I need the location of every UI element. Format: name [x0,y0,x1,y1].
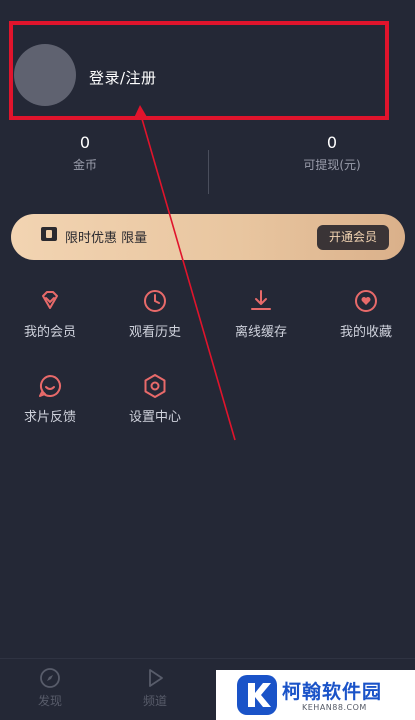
withdrawable-label: 可提现(元) [303,158,361,172]
menu-item-label: 我的收藏 [339,325,392,340]
menu-item-offline-cache[interactable]: 离线缓存 [213,288,309,340]
menu-item-label: 离线缓存 [234,325,287,340]
highlight-box [9,21,389,120]
nav-tab-label: 频道 [142,694,167,708]
menu-item-label: 设置中心 [128,410,181,425]
coins-value: 0 [79,133,91,152]
feedback-icon [39,375,61,397]
vip-promo-banner[interactable]: 限时优惠 限量 开通会员 [11,214,405,260]
menu-item-favorites[interactable]: 我的收藏 [318,288,414,340]
menu-item-settings[interactable]: 设置中心 [107,373,203,425]
watermark-title: 柯翰软件园 [282,681,383,703]
bottom-nav-divider [0,658,415,659]
clock-icon [144,290,166,312]
watermark: 柯翰软件园 KEHAN88.COM [216,670,415,720]
ticket-icon [41,227,57,241]
coins-stat[interactable]: 0 金币 [15,132,155,173]
compass-icon [40,668,60,688]
menu-item-label: 求片反馈 [23,410,76,425]
download-icon [251,290,271,310]
nav-tab-label: 发现 [37,694,62,708]
menu-item-label: 我的会员 [23,325,76,340]
withdrawable-value: 0 [326,133,338,152]
open-vip-button[interactable]: 开通会员 [317,225,389,250]
heart-icon [355,290,377,312]
kehan-logo-icon [237,675,277,715]
coins-label: 金币 [72,158,97,172]
vip-promo-text: 限时优惠 限量 [65,231,148,246]
menu-item-label: 观看历史 [128,325,181,340]
settings-icon [144,374,166,398]
nav-tab-discover[interactable]: 发现 [20,667,80,709]
withdrawable-stat[interactable]: 0 可提现(元) [262,132,402,173]
menu-item-request-feedback[interactable]: 求片反馈 [2,373,98,425]
play-icon [149,669,163,687]
watermark-subtitle: KEHAN88.COM [302,703,367,712]
diamond-icon [42,291,58,309]
stat-divider [208,150,209,194]
menu-item-watch-history[interactable]: 观看历史 [107,288,203,340]
menu-item-my-vip[interactable]: 我的会员 [2,288,98,340]
nav-tab-channel[interactable]: 频道 [125,667,185,709]
